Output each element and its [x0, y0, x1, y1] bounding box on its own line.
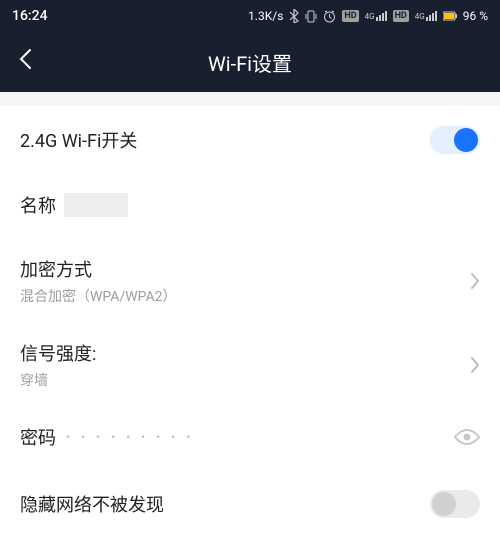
wifi-switch-label: 2.4G Wi-Fi开关 [20, 127, 137, 153]
page-title: Wi-Fi设置 [0, 48, 500, 77]
password-label: 密码 [20, 424, 56, 450]
hide-network-label: 隐藏网络不被发现 [20, 491, 164, 517]
hd-badge-2: HD [393, 10, 409, 22]
signal-1: 4G [365, 11, 387, 21]
settings-content: 2.4G Wi-Fi开关 名称 加密方式 混合加密（WPA/WPA2） 信号强度… [0, 106, 500, 538]
hd-badge-1: HD [342, 10, 358, 22]
encryption-label: 加密方式 [20, 256, 177, 282]
encryption-row[interactable]: 加密方式 混合加密（WPA/WPA2） [20, 236, 480, 326]
eye-icon[interactable] [454, 428, 480, 446]
chevron-right-icon [470, 272, 480, 290]
status-bar: 16:24 1.3K/s HD 4G HD 4G 96 % [0, 0, 500, 32]
status-time: 16:24 [12, 8, 48, 24]
signal-2: 4G [415, 11, 437, 21]
password-row[interactable]: 密码 • • • • • • • • • [20, 404, 480, 470]
hide-network-row[interactable]: 隐藏网络不被发现 [20, 470, 480, 538]
back-button[interactable] [18, 48, 32, 76]
battery-percent: 96 % [463, 9, 488, 23]
network-speed: 1.3K/s [248, 9, 283, 23]
section-gap [0, 92, 500, 106]
encryption-value: 混合加密（WPA/WPA2） [20, 286, 177, 306]
bluetooth-icon [289, 9, 299, 23]
vibrate-icon [305, 10, 317, 23]
wifi-name-label: 名称 [20, 192, 56, 218]
header: Wi-Fi设置 [0, 32, 500, 92]
wifi-switch-toggle[interactable] [430, 126, 480, 154]
chevron-right-icon [470, 356, 480, 374]
signal-label: 信号强度: [20, 340, 96, 366]
battery-icon [443, 10, 457, 22]
hide-network-toggle[interactable] [430, 490, 480, 518]
signal-row[interactable]: 信号强度: 穿墙 [20, 326, 480, 404]
status-right: 1.3K/s HD 4G HD 4G 96 % [248, 9, 488, 23]
password-mask: • • • • • • • • • [66, 430, 194, 444]
wifi-name-value [64, 193, 128, 217]
wifi-name-row[interactable]: 名称 [20, 174, 480, 236]
wifi-switch-row[interactable]: 2.4G Wi-Fi开关 [20, 106, 480, 174]
signal-value: 穿墙 [20, 370, 96, 390]
alarm-icon [323, 10, 336, 23]
